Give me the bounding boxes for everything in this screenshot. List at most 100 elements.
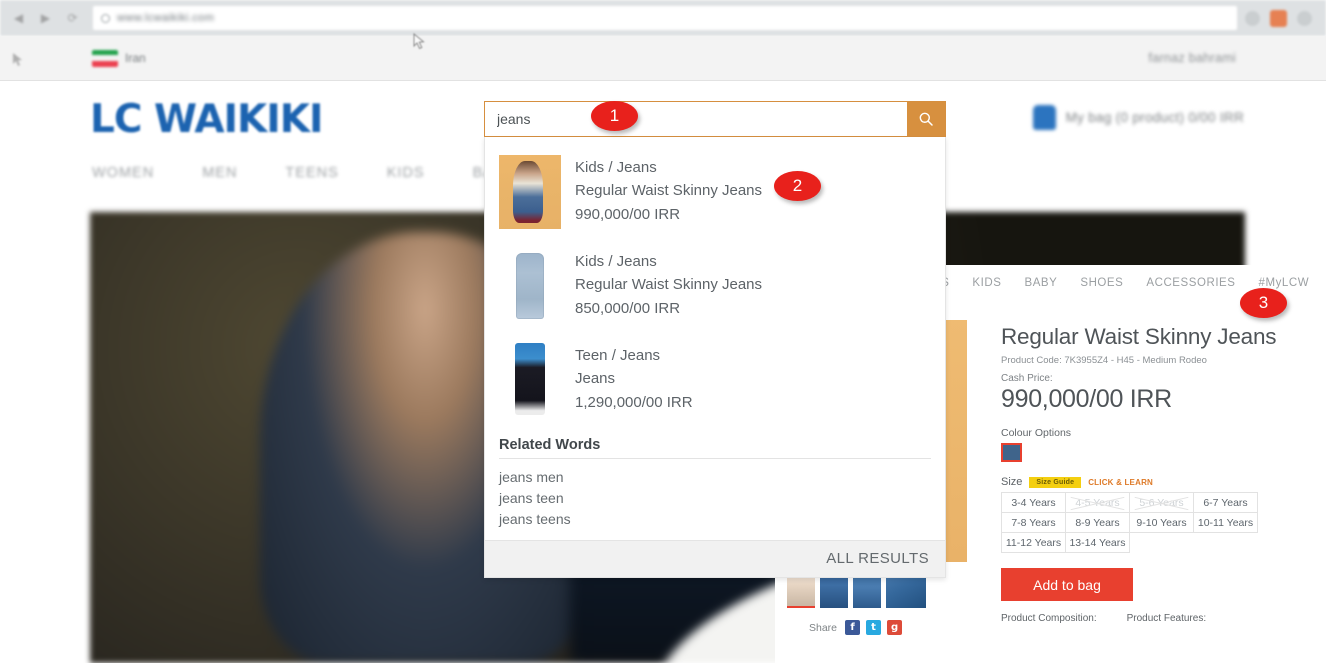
step-badge-1: 1 bbox=[591, 101, 638, 131]
list-item[interactable]: Teen / Jeans Jeans 1,290,000/00 IRR bbox=[485, 337, 945, 431]
magnifier-icon bbox=[919, 112, 933, 126]
pdp-nav-kids[interactable]: KIDS bbox=[972, 277, 1001, 294]
site-info-icon[interactable] bbox=[101, 13, 110, 23]
iran-flag-icon bbox=[92, 49, 118, 67]
language-label: Iran bbox=[125, 51, 146, 65]
suggestion-name: Jeans bbox=[575, 370, 616, 388]
size-header: Size Size Guide CLICK & LEARN bbox=[1001, 476, 1314, 488]
share-label: Share bbox=[809, 621, 838, 634]
size-option[interactable]: 8-9 Years bbox=[1065, 512, 1130, 534]
page-title: Regular Waist Skinny Jeans bbox=[1001, 324, 1277, 349]
my-bag-label: My bag (0 product) 0/00 IRR bbox=[1065, 110, 1244, 125]
browser-nav-buttons: ◀ ▶ ⟳ bbox=[12, 11, 79, 25]
all-results-link[interactable]: ALL RESULTS bbox=[826, 550, 929, 567]
suggestion-category: Kids / Jeans bbox=[575, 159, 657, 176]
address-bar[interactable]: www.lcwaikiki.com bbox=[93, 6, 1237, 30]
googleplus-icon[interactable]: g bbox=[887, 620, 903, 635]
suggestion-list: Kids / Jeans Regular Waist Skinny Jeans … bbox=[485, 137, 945, 435]
forward-arrow-icon[interactable]: ▶ bbox=[39, 11, 52, 25]
screenshot-root: ◀ ▶ ⟳ www.lcwaikiki.com Iran farnaz bahr… bbox=[0, 0, 1326, 663]
add-to-bag-button[interactable]: Add to bag bbox=[1001, 568, 1133, 602]
pdp-info: Regular Waist Skinny Jeans Product Code:… bbox=[1001, 320, 1314, 635]
pdp-nav-baby[interactable]: BABY bbox=[1024, 277, 1057, 294]
click-and-learn-label[interactable]: CLICK & LEARN bbox=[1088, 478, 1153, 487]
pdp-nav-accessories[interactable]: ACCESSORIES bbox=[1146, 277, 1235, 294]
size-option[interactable]: 11-12 Years bbox=[1001, 532, 1066, 554]
size-option-unavailable: 5-6 Years bbox=[1129, 492, 1194, 514]
nav-item-women[interactable]: WOMEN bbox=[92, 165, 154, 181]
suggestion-name: Regular Waist Skinny Jeans bbox=[575, 182, 763, 200]
cash-price-label: Cash Price: bbox=[1001, 373, 1053, 385]
browser-toolbar: ◀ ▶ ⟳ www.lcwaikiki.com bbox=[0, 0, 1326, 36]
colour-options-label: Colour Options bbox=[1001, 427, 1072, 440]
size-options: 3-4 Years 4-5 Years 5-6 Years 6-7 Years … bbox=[1001, 492, 1261, 554]
suggestion-name: Regular Waist Skinny Jeans bbox=[575, 276, 763, 294]
related-words-title: Related Words bbox=[499, 437, 931, 459]
lcwaikiki-logo[interactable]: LC WAIKIKI bbox=[90, 97, 323, 142]
list-item[interactable]: Kids / Jeans Regular Waist Skinny Jeans … bbox=[485, 149, 945, 243]
size-option[interactable]: 3-4 Years bbox=[1001, 492, 1066, 514]
site-main-nav: WOMEN MEN TEENS KIDS BABY bbox=[92, 165, 515, 181]
product-features-label: Product Features: bbox=[1126, 613, 1207, 625]
suggestion-price: 1,290,000/00 IRR bbox=[575, 393, 693, 411]
extension-icon[interactable] bbox=[1270, 9, 1287, 27]
suggestion-category: Kids / Jeans bbox=[575, 253, 657, 270]
suggestion-category: Teen / Jeans bbox=[575, 347, 661, 364]
back-arrow-icon[interactable]: ◀ bbox=[12, 11, 25, 25]
teen-model-thumb bbox=[499, 343, 561, 417]
cursor-pointer-left bbox=[13, 53, 22, 66]
browser-menu-icon[interactable] bbox=[1297, 10, 1312, 26]
pdp-nav-shoes[interactable]: SHOES bbox=[1080, 277, 1123, 294]
account-menu[interactable]: farnaz bahrami bbox=[1148, 51, 1236, 65]
suggestion-info: Kids / Jeans Regular Waist Skinny Jeans … bbox=[575, 155, 762, 225]
url-text: www.lcwaikiki.com bbox=[117, 12, 215, 24]
product-code: Product Code: 7K3955Z4 - H45 - Medium Ro… bbox=[1001, 355, 1207, 367]
pdp-bottom-labels: Product Composition: Product Features: bbox=[1001, 613, 1314, 624]
facebook-icon[interactable]: f bbox=[845, 620, 861, 635]
size-option-unavailable: 4-5 Years bbox=[1065, 492, 1130, 514]
step-badge-2: 2 bbox=[774, 171, 821, 201]
related-word-item[interactable]: jeans teen bbox=[499, 488, 931, 509]
size-option[interactable]: 13-14 Years bbox=[1065, 532, 1130, 554]
product-price: 990,000/00 IRR bbox=[1001, 385, 1172, 414]
reload-icon[interactable]: ⟳ bbox=[66, 11, 79, 25]
size-option[interactable]: 6-7 Years bbox=[1193, 492, 1258, 514]
search-suggestions-dropdown: Kids / Jeans Regular Waist Skinny Jeans … bbox=[484, 137, 946, 578]
size-label: Size bbox=[1001, 476, 1023, 489]
browser-right-icons bbox=[1245, 9, 1318, 27]
share-row: Share f t g bbox=[787, 620, 967, 635]
related-word-item[interactable]: jeans men bbox=[499, 467, 931, 488]
size-option[interactable]: 9-10 Years bbox=[1129, 512, 1194, 534]
step-badge-3: 3 bbox=[1240, 288, 1287, 318]
search-submit-button[interactable] bbox=[907, 102, 945, 136]
kid-model-thumb bbox=[499, 155, 561, 229]
search-bar bbox=[484, 101, 946, 137]
size-option[interactable]: 7-8 Years bbox=[1001, 512, 1066, 534]
colour-swatches bbox=[1001, 443, 1314, 463]
shopping-bag-icon bbox=[1032, 105, 1056, 130]
light-jeans-thumb bbox=[499, 249, 561, 323]
suggestion-info: Teen / Jeans Jeans 1,290,000/00 IRR bbox=[575, 343, 693, 413]
search-container: Kids / Jeans Regular Waist Skinny Jeans … bbox=[484, 101, 946, 578]
language-selector[interactable]: Iran bbox=[92, 49, 146, 67]
site-top-strip: Iran farnaz bahrami bbox=[0, 36, 1326, 81]
suggestion-price: 850,000/00 IRR bbox=[575, 299, 681, 317]
cursor-pointer-main bbox=[413, 33, 425, 50]
suggestion-price: 990,000/00 IRR bbox=[575, 205, 681, 223]
size-option[interactable]: 10-11 Years bbox=[1193, 512, 1258, 534]
suggestion-info: Kids / Jeans Regular Waist Skinny Jeans … bbox=[575, 249, 762, 319]
size-guide-button[interactable]: Size Guide bbox=[1029, 476, 1082, 488]
my-bag-button[interactable]: My bag (0 product) 0/00 IRR bbox=[1032, 105, 1244, 130]
dropdown-footer: ALL RESULTS bbox=[485, 540, 945, 577]
nav-item-kids[interactable]: KIDS bbox=[387, 165, 425, 181]
twitter-icon[interactable]: t bbox=[866, 620, 882, 635]
search-input[interactable] bbox=[485, 102, 907, 136]
bookmark-star-icon[interactable] bbox=[1245, 10, 1260, 26]
colour-swatch-selected[interactable] bbox=[1001, 443, 1022, 463]
product-composition-label: Product Composition: bbox=[1001, 613, 1097, 625]
list-item[interactable]: Kids / Jeans Regular Waist Skinny Jeans … bbox=[485, 243, 945, 337]
nav-item-men[interactable]: MEN bbox=[202, 165, 237, 181]
nav-item-teens[interactable]: TEENS bbox=[285, 165, 338, 181]
related-words-section: Related Words jeans men jeans teen jeans… bbox=[485, 435, 945, 540]
related-word-item[interactable]: jeans teens bbox=[499, 509, 931, 530]
